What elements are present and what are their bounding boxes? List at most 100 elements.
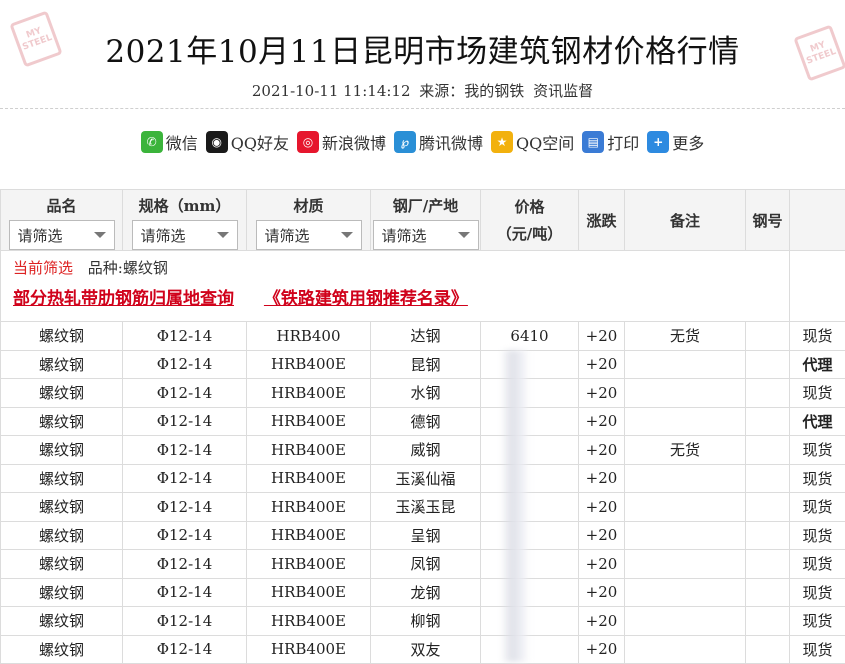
filter-select-material[interactable]: 请筛选 [256, 220, 362, 250]
cell-status[interactable]: 现货 [790, 578, 845, 607]
cell-material: HRB400E [247, 407, 371, 436]
cell-material: HRB400E [247, 550, 371, 579]
cell-status[interactable]: 现货 [790, 550, 845, 579]
cell-name[interactable]: 螺纹钢 [1, 350, 123, 379]
cell-remark [625, 635, 746, 664]
cell-status[interactable]: 现货 [790, 521, 845, 550]
cell-change: +20 [579, 322, 625, 351]
cell-name[interactable]: 螺纹钢 [1, 436, 123, 465]
cell-mill: 水钢 [371, 379, 481, 408]
chevron-down-icon [217, 232, 229, 238]
cell-spec: Φ12-14 [123, 607, 247, 636]
share-bar: ✆微信 ◉QQ好友 ◎新浪微博 ℘腾讯微博 ★QQ空间 ▤打印 +更多 [0, 130, 845, 154]
cell-spec: Φ12-14 [123, 350, 247, 379]
cell-change: +20 [579, 350, 625, 379]
cell-status[interactable]: 现货 [790, 379, 845, 408]
share-qq-button[interactable]: ◉QQ好友 [206, 130, 289, 154]
cell-remark [625, 407, 746, 436]
divider [0, 108, 845, 109]
share-more-button[interactable]: +更多 [647, 130, 704, 154]
cell-name[interactable]: 螺纹钢 [1, 407, 123, 436]
filter-select-mill[interactable]: 请筛选 [373, 220, 479, 250]
cell-grade [746, 578, 790, 607]
share-qzone-button[interactable]: ★QQ空间 [491, 130, 574, 154]
cell-grade [746, 407, 790, 436]
share-label: 新浪微博 [322, 130, 386, 154]
cell-name[interactable]: 螺纹钢 [1, 607, 123, 636]
cell-name[interactable]: 螺纹钢 [1, 464, 123, 493]
cell-remark [625, 464, 746, 493]
cell-name[interactable]: 螺纹钢 [1, 379, 123, 408]
table-row: 螺纹钢Φ12-14HRB400E水钢+20现货 [1, 379, 845, 408]
cell-mill: 玉溪玉昆 [371, 493, 481, 522]
cell-mill: 玉溪仙福 [371, 464, 481, 493]
share-label: 更多 [672, 130, 704, 154]
share-wechat-button[interactable]: ✆微信 [141, 130, 198, 154]
table-row: 螺纹钢Φ12-14HRB400E昆钢+20代理 [1, 350, 845, 379]
cell-grade [746, 436, 790, 465]
cell-material: HRB400E [247, 578, 371, 607]
cell-remark [625, 350, 746, 379]
share-print-button[interactable]: ▤打印 [582, 130, 639, 154]
cell-spec: Φ12-14 [123, 493, 247, 522]
cell-spec: Φ12-14 [123, 521, 247, 550]
cell-name[interactable]: 螺纹钢 [1, 578, 123, 607]
source-label: 来源：我的钢铁 [419, 82, 524, 100]
cell-grade [746, 379, 790, 408]
cell-name[interactable]: 螺纹钢 [1, 550, 123, 579]
column-header-spec: 规格（mm） 请筛选 [123, 190, 247, 251]
price-table: 品名 请筛选 规格（mm） 请筛选 材质 请筛选 钢厂/产地 请筛选 价格 （元… [0, 189, 845, 664]
column-header-status [790, 190, 845, 251]
cell-change: +20 [579, 493, 625, 522]
cell-material: HRB400E [247, 635, 371, 664]
cell-material: HRB400E [247, 607, 371, 636]
more-icon: + [647, 131, 669, 153]
filter-row-spacer [790, 251, 845, 322]
qzone-icon: ★ [491, 131, 513, 153]
wechat-icon: ✆ [141, 131, 163, 153]
cell-status[interactable]: 现货 [790, 464, 845, 493]
column-header-grade: 钢号 [746, 190, 790, 251]
weibo-icon: ◎ [297, 131, 319, 153]
link-railway-steel-list[interactable]: 《铁路建筑用钢推荐名录》 [264, 289, 468, 309]
filter-select-name[interactable]: 请筛选 [9, 220, 115, 250]
cell-status[interactable]: 代理 [790, 350, 845, 379]
cell-name[interactable]: 螺纹钢 [1, 635, 123, 664]
cell-mill: 呈钢 [371, 521, 481, 550]
cell-change: +20 [579, 464, 625, 493]
cell-material: HRB400E [247, 493, 371, 522]
cell-change: +20 [579, 578, 625, 607]
cell-grade [746, 464, 790, 493]
cell-status[interactable]: 现货 [790, 436, 845, 465]
link-rebar-origin-lookup[interactable]: 部分热轧带肋钢筋归属地查询 [13, 289, 234, 309]
cell-status[interactable]: 现货 [790, 635, 845, 664]
cell-status[interactable]: 现货 [790, 322, 845, 351]
share-tencent-weibo-button[interactable]: ℘腾讯微博 [394, 130, 483, 154]
cell-name[interactable]: 螺纹钢 [1, 521, 123, 550]
table-row: 螺纹钢Φ12-14HRB400E威钢+20无货现货 [1, 436, 845, 465]
cell-mill: 双友 [371, 635, 481, 664]
column-header-mill: 钢厂/产地 请筛选 [371, 190, 481, 251]
cell-mill: 威钢 [371, 436, 481, 465]
cell-status[interactable]: 现货 [790, 607, 845, 636]
cell-mill: 德钢 [371, 407, 481, 436]
filter-select-spec[interactable]: 请筛选 [132, 220, 238, 250]
share-weibo-button[interactable]: ◎新浪微博 [297, 130, 386, 154]
cell-name[interactable]: 螺纹钢 [1, 322, 123, 351]
cell-material: HRB400 [247, 322, 371, 351]
cell-change: +20 [579, 635, 625, 664]
table-row: 螺纹钢Φ12-14HRB400达钢6410+20无货现货 [1, 322, 845, 351]
cell-material: HRB400E [247, 436, 371, 465]
cell-status[interactable]: 现货 [790, 493, 845, 522]
cell-grade [746, 322, 790, 351]
cell-grade [746, 635, 790, 664]
table-row: 螺纹钢Φ12-14HRB400E凤钢+20现货 [1, 550, 845, 579]
cell-remark [625, 578, 746, 607]
cell-name[interactable]: 螺纹钢 [1, 493, 123, 522]
cell-remark [625, 521, 746, 550]
cell-status[interactable]: 代理 [790, 407, 845, 436]
category-label: 资讯监督 [533, 82, 593, 100]
cell-spec: Φ12-14 [123, 436, 247, 465]
current-filter-value: 品种:螺纹钢 [88, 259, 168, 277]
share-label: QQ空间 [516, 130, 574, 154]
